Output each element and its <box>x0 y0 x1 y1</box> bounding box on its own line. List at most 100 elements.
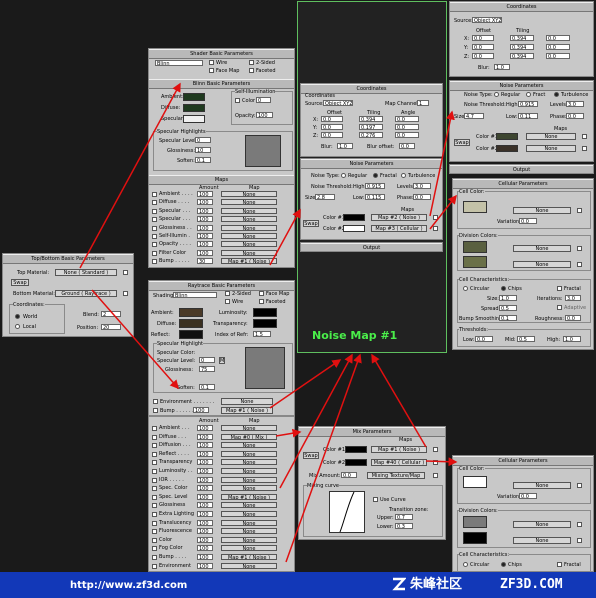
opacity-field[interactable]: 100 <box>256 112 273 118</box>
map-row-button[interactable]: None <box>221 207 277 214</box>
map-row-amount[interactable]: 100 <box>197 433 213 440</box>
color1-map-button[interactable]: Map #2 ( Noise ) <box>371 214 427 221</box>
map-row-checkbox[interactable] <box>152 443 157 449</box>
levels-field[interactable]: 3.0 <box>413 183 431 189</box>
bump-amount-field[interactable]: 100 <box>193 407 209 413</box>
upper-field[interactable]: 0.7 <box>395 514 413 520</box>
color1-swatch[interactable] <box>343 214 365 221</box>
swap-button[interactable]: Swap <box>454 139 470 146</box>
map-row-amount[interactable]: 100 <box>197 442 213 449</box>
chips-radio[interactable] <box>501 286 506 291</box>
division-color2-swatch[interactable] <box>463 256 487 268</box>
phase-field[interactable]: 0.0 <box>413 194 431 200</box>
local-radio[interactable] <box>15 324 20 329</box>
map-row-amount[interactable]: 30 <box>197 258 213 265</box>
source-dropdown[interactable]: Object XYZ <box>323 100 353 106</box>
turbulence-radio[interactable] <box>401 173 406 178</box>
cell-color-checkbox[interactable] <box>577 483 582 488</box>
blur-field[interactable]: 1.0 <box>337 143 353 149</box>
soften-field[interactable]: 0.1 <box>195 157 211 163</box>
map-row-button[interactable]: None <box>221 191 277 197</box>
mixing-texture-checkbox[interactable] <box>433 473 438 478</box>
ambient-swatch[interactable] <box>183 93 205 101</box>
mix-swap-button[interactable]: Swap <box>303 452 319 459</box>
swap-button[interactable]: Swap <box>303 220 319 227</box>
division-color2-checkbox[interactable] <box>577 538 582 543</box>
map-row-checkbox[interactable] <box>152 434 157 440</box>
map-row-checkbox[interactable] <box>152 250 157 256</box>
angle-x[interactable]: 0.0 <box>546 35 570 41</box>
map-row-button[interactable]: None <box>221 476 277 483</box>
map-row-checkbox[interactable] <box>152 208 157 214</box>
wire-checkbox[interactable] <box>209 60 214 65</box>
angle-x[interactable]: 0.0 <box>395 116 419 122</box>
size-field[interactable]: 1.0 <box>499 295 517 301</box>
map-row-checkbox[interactable] <box>152 503 157 509</box>
cell-color-swatch[interactable] <box>463 201 487 213</box>
division-color1-map-button[interactable]: None <box>513 245 571 252</box>
division-color1-swatch[interactable] <box>463 241 487 253</box>
circular-radio[interactable] <box>463 562 468 567</box>
offset-x[interactable]: 0.0 <box>472 35 494 41</box>
color2-map-checkbox[interactable] <box>582 146 587 151</box>
spec-level-map-button[interactable]: M <box>219 357 225 364</box>
face-map-checkbox[interactable] <box>259 291 264 296</box>
map-row-button[interactable]: None <box>221 485 277 492</box>
color2-map-checkbox[interactable] <box>433 226 438 231</box>
mix-color1-map-button[interactable]: Map #1 ( Noise ) <box>371 446 427 453</box>
map-row-amount[interactable]: 100 <box>197 562 213 569</box>
turbulence-radio[interactable] <box>554 92 559 97</box>
map-row-checkbox[interactable] <box>152 486 157 492</box>
map-row-checkbox[interactable] <box>152 451 157 457</box>
map-row-button[interactable]: Map #1 ( Noise ) <box>221 493 277 500</box>
map-row-amount[interactable]: 100 <box>197 468 213 474</box>
tiling-y[interactable]: 0.197 <box>359 124 383 130</box>
two-sided-checkbox[interactable] <box>249 60 254 65</box>
swap-button[interactable]: Swap <box>11 279 29 286</box>
map-row-amount[interactable]: 100 <box>197 502 213 509</box>
tiling-y[interactable]: 0.394 <box>510 44 534 50</box>
map-row-button[interactable]: Map #1 ( Noise ) <box>221 554 277 560</box>
luminosity-swatch[interactable] <box>253 308 277 317</box>
ior-field[interactable]: 1.5 <box>253 331 271 337</box>
map-row-button[interactable]: None <box>221 545 277 552</box>
low-field[interactable]: 0.115 <box>365 194 385 200</box>
map-row-button[interactable]: None <box>221 425 277 431</box>
use-curve-checkbox[interactable] <box>373 497 378 502</box>
threshold-low-field[interactable]: 0.0 <box>475 336 493 342</box>
fractal-checkbox[interactable] <box>557 562 562 567</box>
fractal-radio[interactable] <box>373 173 378 178</box>
variation-field[interactable]: 0.0 <box>519 218 537 224</box>
angle-y[interactable]: 0.0 <box>395 124 419 130</box>
spread-field[interactable]: 0.5 <box>499 305 517 311</box>
map-row-checkbox[interactable] <box>152 529 157 535</box>
offset-x[interactable]: 0.0 <box>321 116 343 122</box>
division-color2-checkbox[interactable] <box>577 262 582 267</box>
bump-map-button[interactable]: Map #1 ( Noise ) <box>221 407 273 414</box>
map-row-button[interactable]: None <box>221 519 277 526</box>
cell-color-checkbox[interactable] <box>577 208 582 213</box>
bottom-material-button[interactable]: Ground ( Raytrace ) <box>55 290 117 297</box>
map-row-button[interactable]: None <box>221 502 277 509</box>
diffuse-swatch[interactable] <box>179 319 203 328</box>
map-row-checkbox[interactable] <box>152 494 157 500</box>
high-field[interactable]: 0.915 <box>365 183 385 189</box>
size-field[interactable]: 4.7 <box>464 113 484 119</box>
map-row-amount[interactable]: 100 <box>197 459 213 466</box>
lower-field[interactable]: 0.3 <box>395 523 413 529</box>
map-row-checkbox[interactable] <box>152 546 157 552</box>
high-field[interactable]: 0.915 <box>518 101 538 107</box>
map-row-checkbox[interactable] <box>152 469 157 474</box>
glossiness-field[interactable]: 10 <box>195 147 211 153</box>
map-row-button[interactable]: None <box>221 536 277 543</box>
map-row-checkbox[interactable] <box>152 242 157 248</box>
faceted-checkbox[interactable] <box>249 68 254 73</box>
map-row-button[interactable]: None <box>221 224 277 231</box>
map-channel-field[interactable]: 1 <box>417 100 429 106</box>
fractal-checkbox[interactable] <box>557 286 562 291</box>
color2-swatch[interactable] <box>343 225 365 232</box>
chips-radio[interactable] <box>501 562 506 567</box>
top-material-button[interactable]: None ( Standard ) <box>55 269 117 276</box>
tiling-x[interactable]: 0.394 <box>359 116 383 122</box>
color1-map-checkbox[interactable] <box>582 134 587 139</box>
